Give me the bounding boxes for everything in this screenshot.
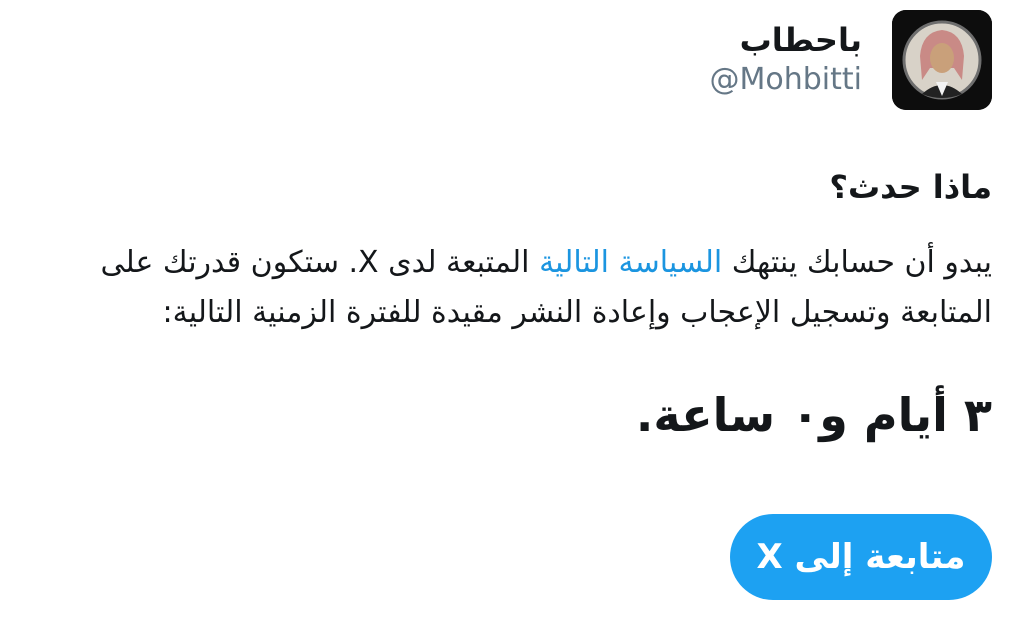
notice-message-text-start: يبدو أن حسابك ينتهك: [722, 245, 992, 280]
account-handle: @Mohbitti: [709, 62, 863, 97]
policy-link[interactable]: السياسة التالية: [539, 245, 722, 280]
continue-to-x-button[interactable]: متابعة إلى X: [730, 514, 992, 600]
profile-photo-icon: [892, 10, 992, 110]
notice-message: يبدو أن حسابك ينتهك السياسة التالية المت…: [32, 238, 992, 338]
notice-heading: ماذا حدث؟: [829, 168, 992, 206]
avatar: [892, 10, 992, 110]
display-name: باحطاب: [739, 21, 862, 59]
restriction-duration: ٣ أيام و٠ ساعة.: [635, 388, 992, 442]
